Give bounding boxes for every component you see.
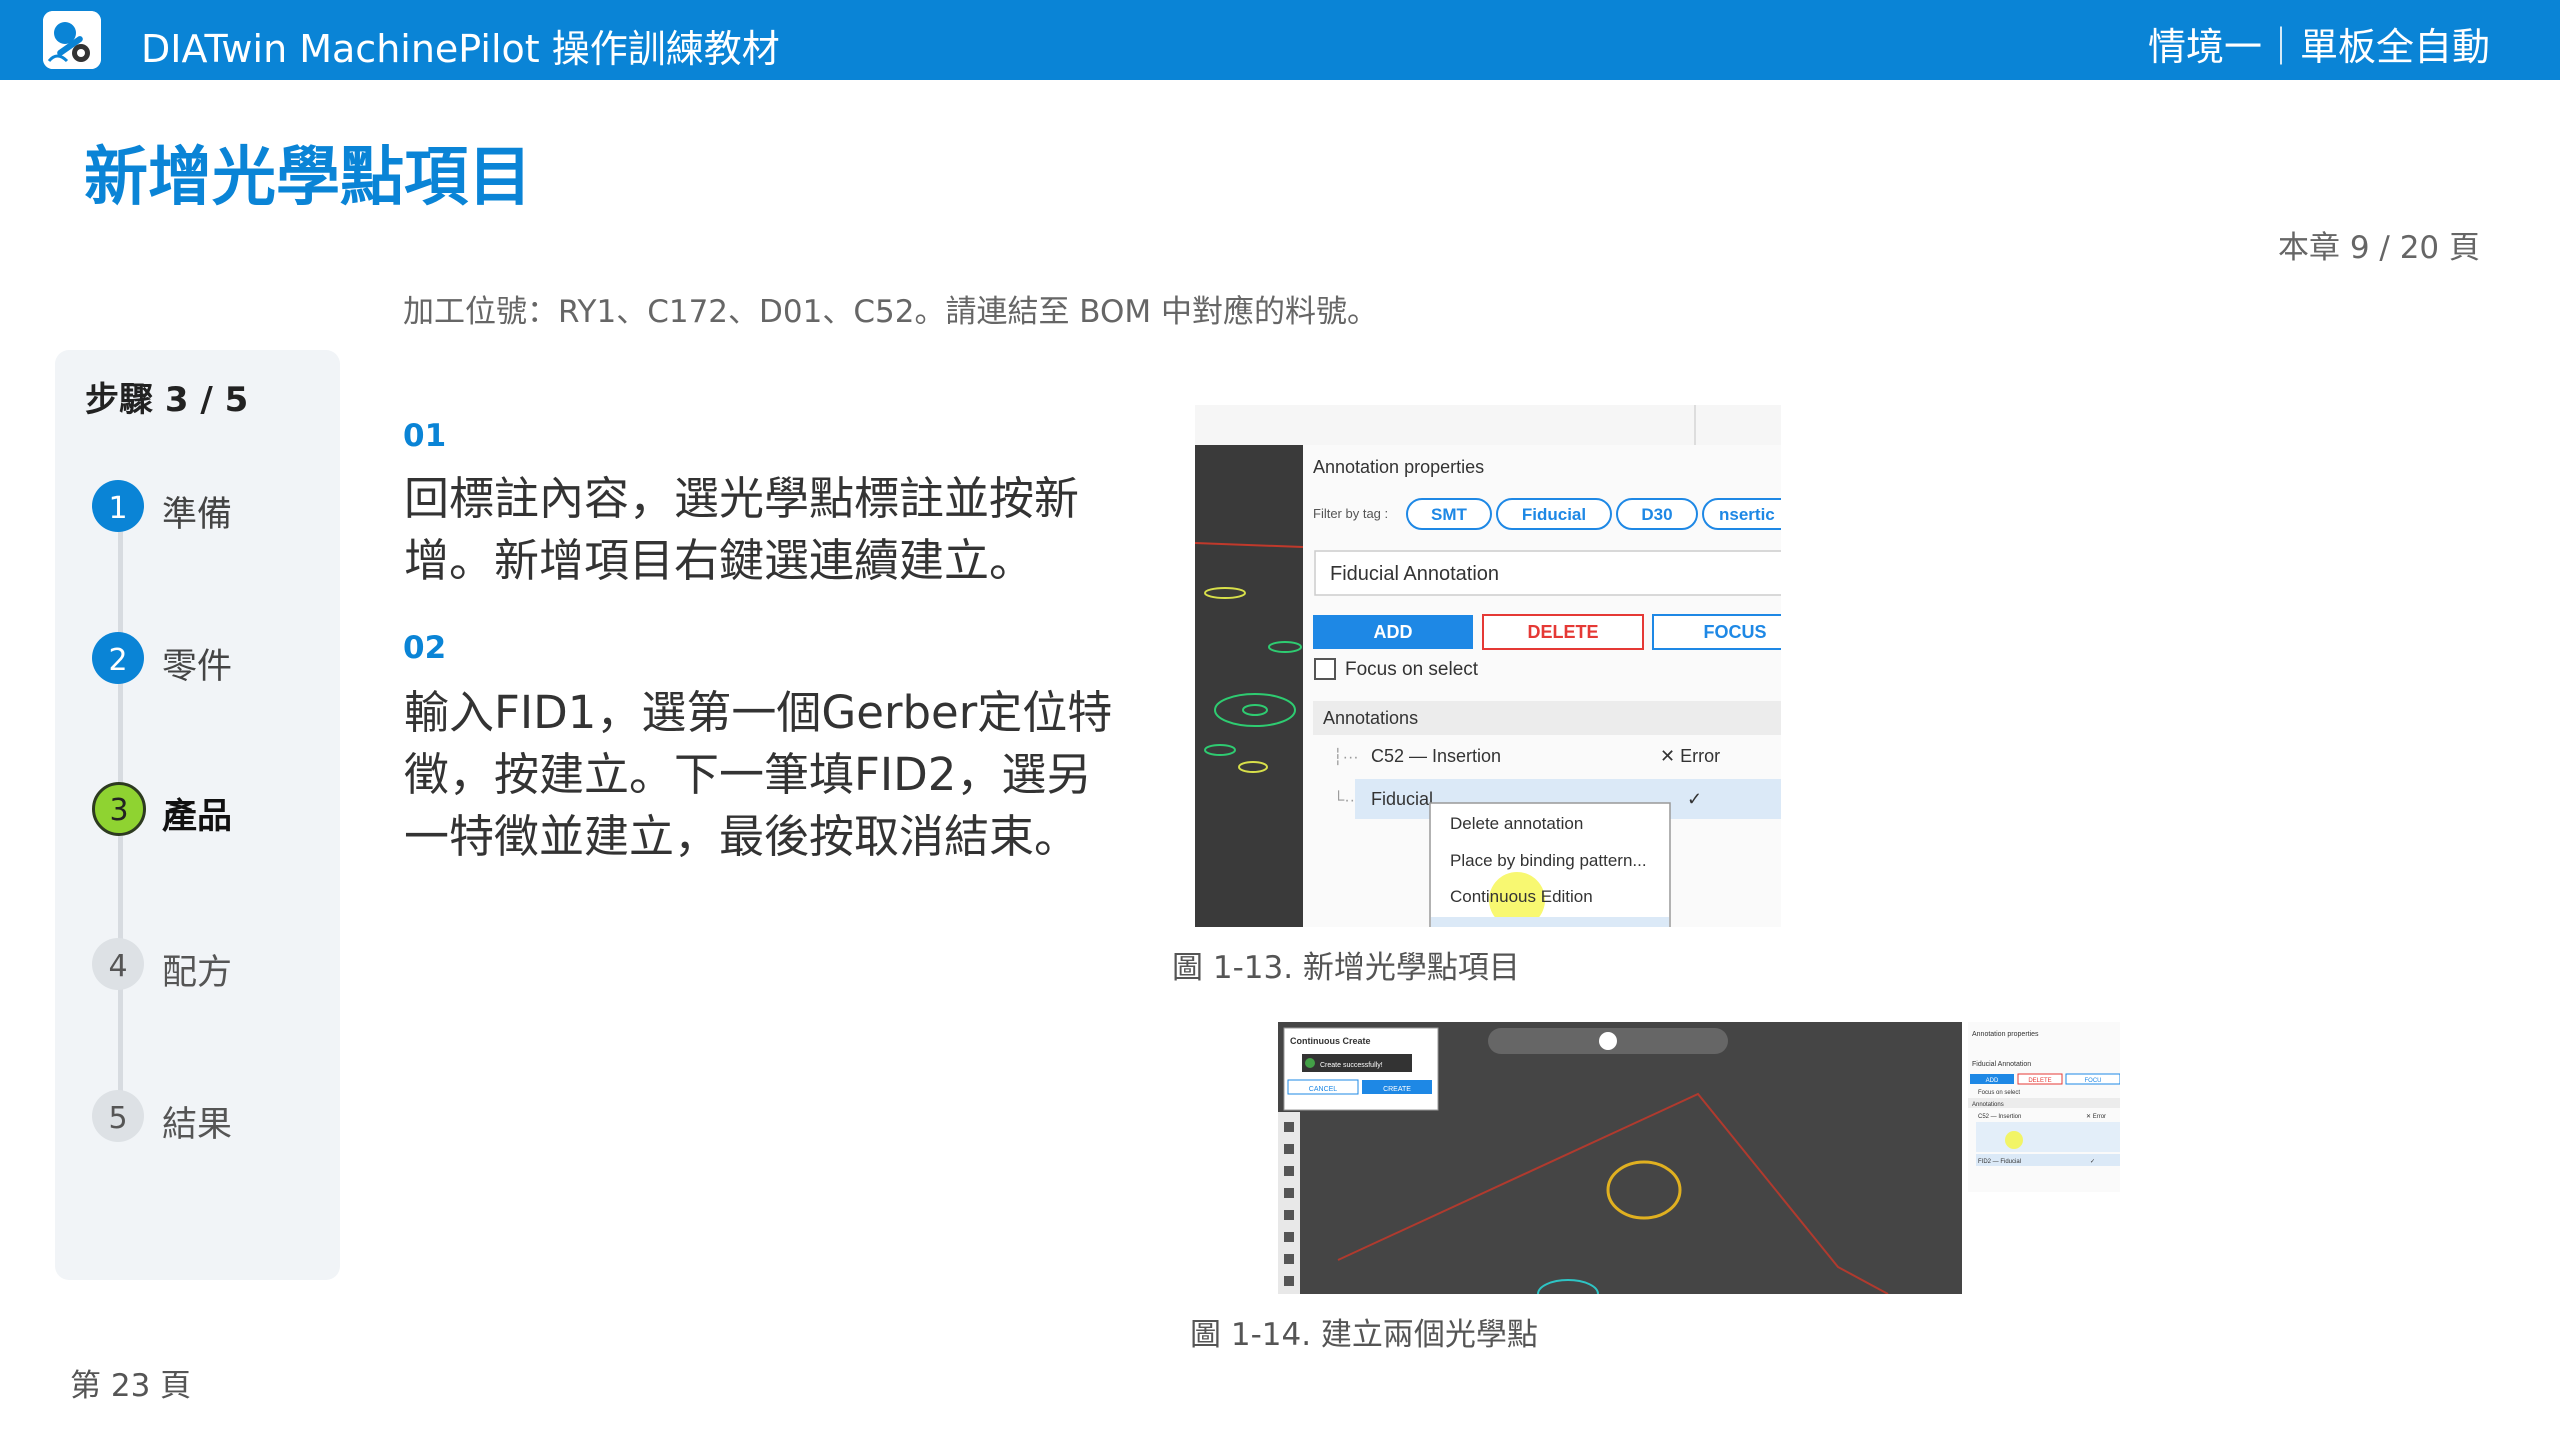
fig1-tag-chip: Fiducial	[1522, 505, 1586, 524]
fig2-create-button: CREATE	[1383, 1086, 1411, 1093]
fig1-row-status: ✓	[1687, 789, 1702, 809]
fig2-focus-checkbox-label: Focus on select	[1978, 1090, 2020, 1096]
step-item-result[interactable]: 5 結果	[92, 1090, 332, 1146]
page-title: 新增光學點項目	[84, 141, 532, 215]
step-label: 結果	[162, 1105, 233, 1145]
step-number-badge: 1	[92, 480, 144, 532]
fig2-focus-button: FOCU	[2085, 1078, 2102, 1084]
figure-annotation-properties: Annotation properties Filter by tag : SM…	[1195, 405, 1781, 927]
fig1-annotation-type-select: Fiducial Annotation	[1330, 563, 1499, 585]
figure-caption: 圖 1-14. 建立兩個光學點	[1190, 1317, 1538, 1353]
fig2-dialog-title: Continuous Create	[1290, 1036, 1371, 1046]
item-text: 輸入FID1，選第一個Gerber定位特徵，按建立。下一筆填FID2，選另一特徵…	[404, 686, 1113, 863]
fig1-annotation-row: C52 — Insertion	[1371, 746, 1501, 766]
fig1-tag-chip: nsertic	[1719, 505, 1775, 524]
fig1-row-status: ✕ Error	[1660, 746, 1720, 766]
fig2-add-button: ADD	[1986, 1078, 1999, 1084]
fig1-focus-button: FOCUS	[1704, 622, 1767, 642]
item-text: 回標註內容，選光學點標註並按新增。新增項目右鍵選連續建立。	[404, 472, 1080, 587]
item-number: 02	[403, 630, 447, 666]
chapter-page-indicator: 本章 9 / 20 頁	[2277, 230, 2480, 266]
fig1-filter-label: Filter by tag :	[1313, 506, 1388, 521]
fig1-tag-chip: SMT	[1431, 505, 1468, 524]
app-logo-icon	[43, 11, 101, 69]
fig2-annotations-header: Annotations	[1972, 1102, 2004, 1108]
fig2-delete-button: DELETE	[2028, 1078, 2051, 1084]
step-label: 配方	[162, 953, 233, 993]
fig2-panel-title: Annotation properties	[1972, 1031, 2039, 1038]
fig2-annotation-type-select: Fiducial Annotation	[1972, 1061, 2031, 1068]
fig2-toast: Create successfully!	[1320, 1062, 1383, 1069]
fig1-tag-chip: D30	[1641, 505, 1672, 524]
fig2-row-status: ✓	[2090, 1159, 2095, 1165]
steps-panel: 步驟 3 / 5 1 準備 2 零件 3 產品 4 配方 5 結果	[55, 350, 340, 1280]
instruction-text: 加工位號：RY1、C172、D01、C52。請連結至 BOM 中對應的料號。	[403, 294, 1379, 330]
fig1-panel-title: Annotation properties	[1313, 457, 1484, 477]
step-item-recipe[interactable]: 4 配方	[92, 938, 332, 994]
fig1-add-button: ADD	[1374, 622, 1413, 642]
page-number-footer: 第 23 頁	[70, 1368, 192, 1404]
step-label: 零件	[162, 647, 233, 687]
step-number-badge: 2	[92, 632, 144, 684]
fig1-annotations-header: Annotations	[1323, 708, 1418, 728]
fig2-cancel-button: CANCEL	[1309, 1086, 1338, 1093]
item-number: 01	[403, 418, 447, 454]
step-item-product[interactable]: 3 產品	[92, 782, 332, 838]
fig2-annotation-row: C52 — Insertion	[1978, 1114, 2021, 1120]
top-bar: DIATwin MachinePilot 操作訓練教材 情境一｜單板全自動	[0, 0, 2560, 80]
figure-caption: 圖 1-13. 新增光學點項目	[1172, 950, 1520, 986]
fig1-menu-item: Place by binding pattern...	[1450, 851, 1647, 870]
svg-text:┆···: ┆···	[1333, 747, 1359, 766]
fig2-annotation-row: FID2 — Fiducial	[1978, 1159, 2021, 1165]
fig1-delete-button: DELETE	[1527, 622, 1598, 642]
step-number-badge: 5	[92, 1090, 144, 1142]
fig1-annotation-row-selected: Fiducial	[1371, 789, 1433, 809]
fig1-menu-item: Delete annotation	[1450, 814, 1583, 833]
steps-heading: 步驟 3 / 5	[85, 380, 249, 420]
step-label: 產品	[162, 797, 233, 837]
step-item-prepare[interactable]: 1 準備	[92, 480, 332, 536]
step-number-badge: 4	[92, 938, 144, 990]
fig2-row-status: ✕ Error	[2086, 1114, 2106, 1120]
fig1-focus-checkbox-label: Focus on select	[1345, 659, 1479, 680]
step-number-badge: 3	[92, 782, 146, 836]
fig1-menu-item: Continuous Edition	[1450, 887, 1593, 906]
step-item-parts[interactable]: 2 零件	[92, 632, 332, 688]
app-title: DIATwin MachinePilot 操作訓練教材	[141, 27, 780, 71]
step-label: 準備	[162, 495, 233, 535]
figure-continuous-create: Continuous Create Create successfully! C…	[1278, 1012, 2120, 1294]
chapter-title: 情境一｜單板全自動	[2147, 25, 2490, 69]
svg-text:└··: └··	[1333, 790, 1355, 809]
cursor-highlight	[2005, 1131, 2023, 1149]
